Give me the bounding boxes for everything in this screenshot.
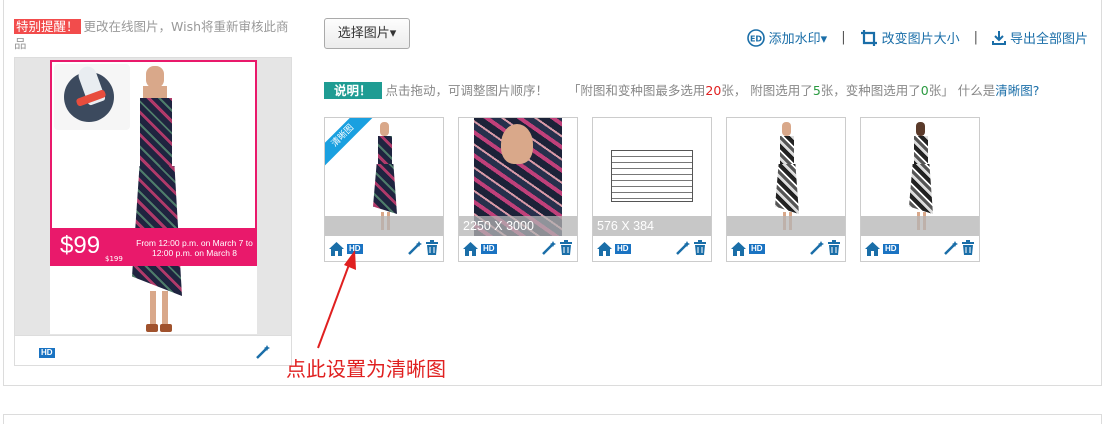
clear-image-link[interactable]: 清晰图 [995, 83, 1033, 98]
thumbnail[interactable]: 576 X 384 HD [592, 117, 712, 262]
hd-icon[interactable]: HD [883, 244, 899, 254]
separator: | [841, 30, 846, 45]
thumbnail[interactable]: HD [726, 117, 846, 262]
thumbnail-actions: HD [727, 240, 845, 258]
crop-icon [860, 29, 877, 46]
hd-icon[interactable]: HD [481, 244, 497, 254]
download-icon [991, 30, 1006, 45]
thumbnail-actions: HD [861, 240, 979, 258]
main-image-actions: HD [15, 335, 291, 365]
trash-icon[interactable] [560, 240, 572, 259]
price: $99 [60, 232, 101, 259]
info-limits-text: 张」 什么是 [928, 83, 996, 98]
info-tag: 说明！ [324, 82, 382, 99]
info-line: 说明！ 点击拖动，可调整图片顺序！ 「附图和变种图最多选用20张， 附图选用了5张… [324, 80, 1039, 99]
thumbnail[interactable]: HD [860, 117, 980, 262]
thumbnail-image [727, 118, 845, 236]
magic-wand-icon[interactable] [675, 240, 691, 260]
size-chart-image [611, 150, 693, 202]
back-skin [501, 124, 533, 164]
size-bar: 576 X 384 [593, 216, 711, 236]
info-limits-text: 「附图和变种图最多选用 [567, 83, 706, 98]
info-limits-text: 张，变种图选用了 [820, 83, 921, 98]
thumbnail-image: 576 X 384 [593, 118, 711, 236]
separator: | [973, 30, 978, 45]
size-bar [861, 216, 979, 236]
home-icon[interactable] [865, 241, 880, 260]
info-limits-text: 张， 附图选用了 [721, 83, 813, 98]
main-image-box[interactable]: $99 $199 From 12:00 p.m. on March 7 to 1… [14, 57, 292, 366]
size-bar [325, 216, 443, 236]
hd-icon[interactable]: HD [749, 244, 765, 254]
resize-image-button[interactable]: 改变图片大小 [860, 28, 960, 47]
resize-image-label: 改变图片大小 [881, 32, 960, 47]
thumbnail-actions: HD [459, 240, 577, 258]
export-all-button[interactable]: 导出全部图片 [991, 28, 1088, 47]
add-watermark-button[interactable]: ED 添加水印▾ [746, 28, 828, 47]
magic-wand-icon[interactable] [407, 240, 423, 260]
max-count: 20 [705, 83, 722, 98]
thumbnail-image [861, 118, 979, 236]
image-tools: ED 添加水印▾ | 改变图片大小 | 导出全部图片 [746, 28, 1088, 47]
magic-wand-icon[interactable] [255, 344, 271, 364]
magic-wand-icon[interactable] [541, 240, 557, 260]
trash-icon[interactable] [694, 240, 706, 259]
promo-text: From 12:00 p.m. on March 7 to 12:00 p.m.… [136, 238, 253, 258]
rocket-icon [54, 64, 130, 130]
magic-wand-icon[interactable] [943, 240, 959, 260]
thumbnail-actions: HD [593, 240, 711, 258]
trash-icon[interactable] [828, 240, 840, 259]
watermark-icon: ED [746, 28, 765, 47]
trash-icon[interactable] [962, 240, 974, 259]
main-image: $99 $199 From 12:00 p.m. on March 7 to 1… [50, 60, 257, 334]
hd-icon[interactable]: HD [39, 348, 55, 358]
select-image-button[interactable]: 选择图片▾ [324, 18, 410, 49]
add-watermark-label: 添加水印▾ [768, 32, 828, 47]
notice: 特别提醒！ 更改在线图片，Wish将重新审核此商品 [14, 18, 294, 52]
size-bar [727, 216, 845, 236]
extra-count: 5 [812, 83, 821, 98]
hd-icon[interactable]: HD [615, 244, 631, 254]
thumbnail-image: 2250 X 3000 [459, 118, 577, 236]
info-drag-text: 点击拖动，可调整图片顺序！ [385, 83, 549, 98]
home-icon[interactable] [597, 241, 612, 260]
export-all-label: 导出全部图片 [1009, 32, 1088, 47]
notice-tag: 特别提醒！ [14, 19, 81, 34]
home-icon[interactable] [731, 241, 746, 260]
trash-icon[interactable] [426, 240, 438, 259]
old-price: $199 [105, 255, 123, 263]
next-panel [3, 414, 1102, 424]
svg-text:ED: ED [750, 34, 762, 43]
variant-count: 0 [920, 83, 929, 98]
annotation-arrow-icon [317, 250, 356, 349]
thumbnail-image: 清晰图 [325, 118, 443, 236]
magic-wand-icon[interactable] [809, 240, 825, 260]
question-mark: ? [1032, 83, 1040, 98]
thumbnail[interactable]: 2250 X 3000 HD [458, 117, 578, 262]
annotation-text: 点此设置为清晰图 [286, 357, 446, 381]
home-icon[interactable] [463, 241, 478, 260]
size-bar: 2250 X 3000 [459, 216, 577, 236]
thumbnail[interactable]: 清晰图 HD [324, 117, 444, 262]
price-banner: $99 $199 From 12:00 p.m. on March 7 to 1… [50, 228, 257, 266]
